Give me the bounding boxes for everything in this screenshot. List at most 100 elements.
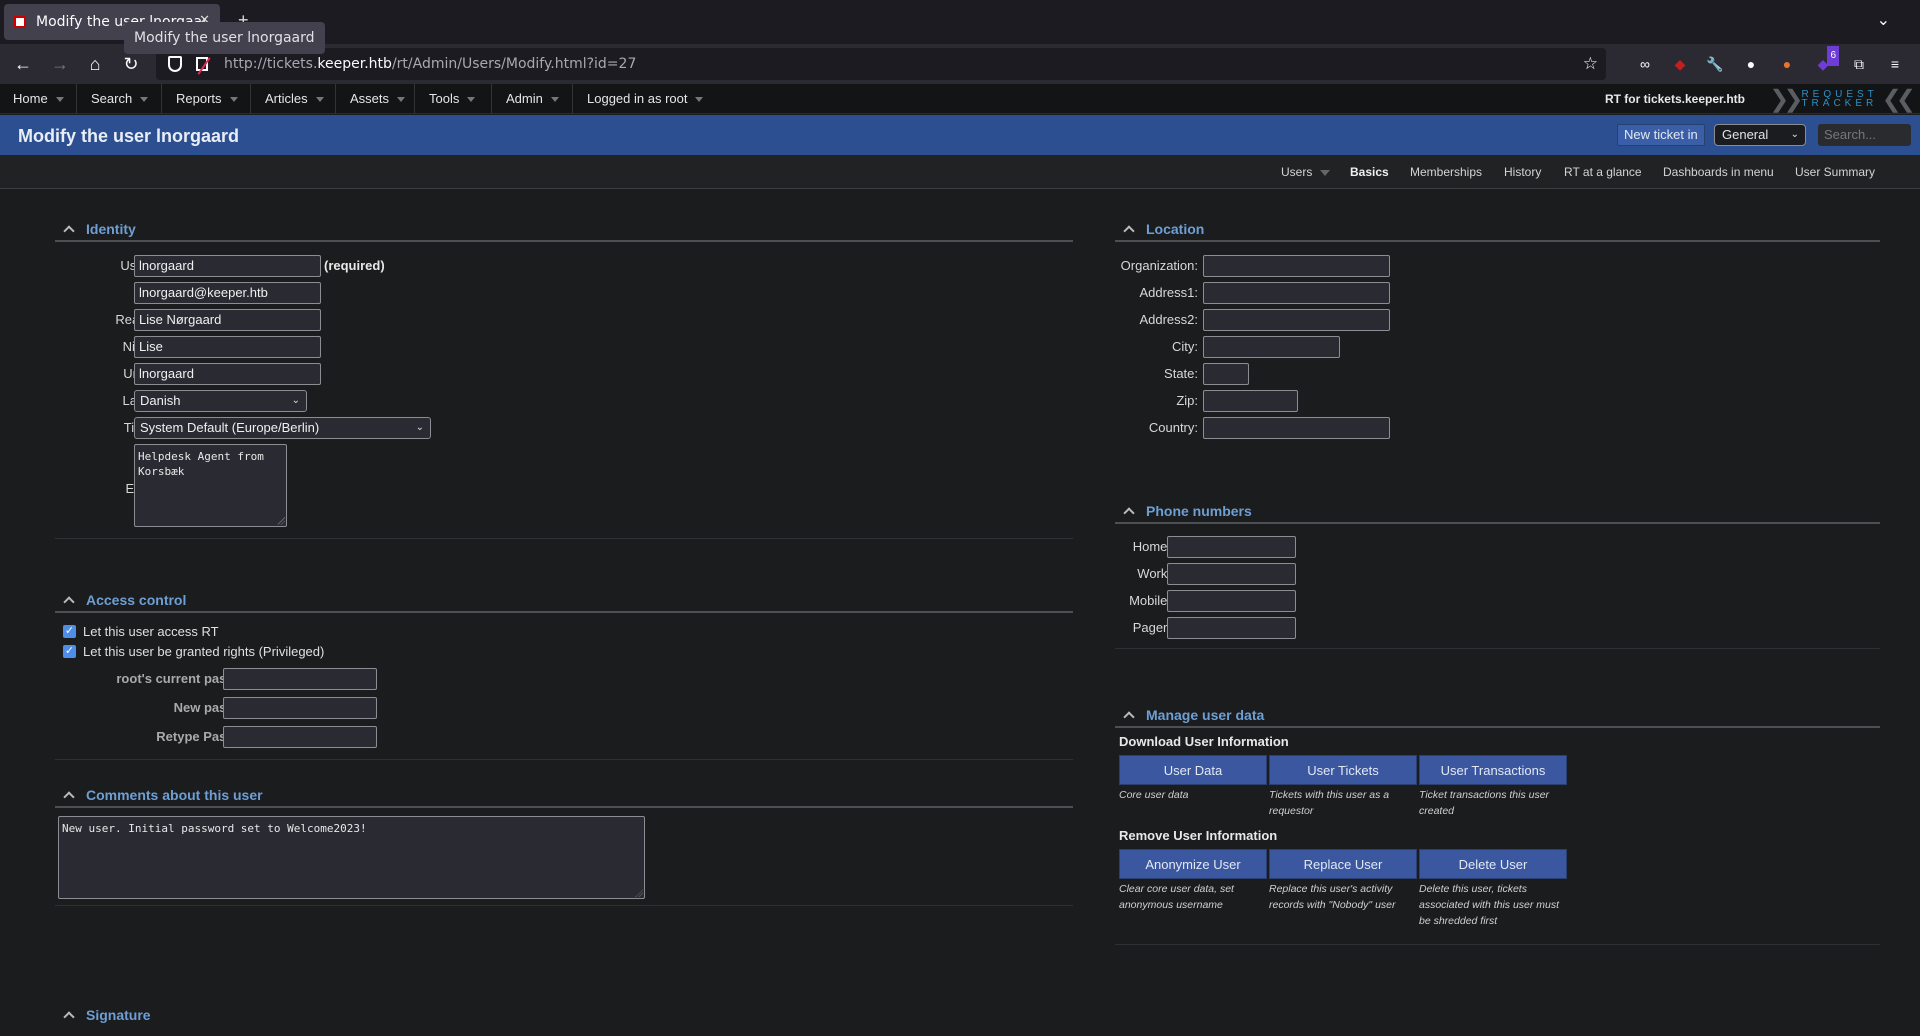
menu-articles[interactable]: Articles <box>252 84 336 114</box>
user-tickets-desc: Tickets with this user as a requestor <box>1269 789 1390 817</box>
private-mask-icon[interactable]: ∞ <box>1635 54 1655 74</box>
menu-logged-in[interactable]: Logged in as root <box>574 84 714 114</box>
menu-label: Tools <box>429 91 460 106</box>
subnav-rt-at-a-glance[interactable]: RT at a glance <box>1564 165 1642 179</box>
location-header[interactable]: Location <box>1115 220 1880 242</box>
rt-main-menu: Home Search Reports Articles Assets Tool… <box>0 84 1920 114</box>
user-transactions-button[interactable]: User Transactions <box>1419 755 1567 785</box>
back-arrow-icon[interactable]: ← <box>11 52 35 76</box>
city-field[interactable] <box>1203 336 1340 358</box>
access-control-header[interactable]: Access control <box>55 591 1073 613</box>
foxy-proxy-icon[interactable]: ● <box>1777 54 1797 74</box>
unix-login-field[interactable]: lnorgaard <box>134 363 321 385</box>
resize-grip-icon[interactable] <box>635 889 643 897</box>
collapse-chevron-up-icon[interactable] <box>1125 503 1133 520</box>
user-data-button[interactable]: User Data <box>1119 755 1267 785</box>
phone-numbers-header[interactable]: Phone numbers <box>1115 502 1880 524</box>
identity-header[interactable]: Identity <box>55 220 1073 242</box>
country-field[interactable] <box>1203 417 1390 439</box>
state-field[interactable] <box>1203 363 1249 385</box>
menu-search[interactable]: Search <box>78 84 162 114</box>
current-password-field[interactable] <box>223 668 377 690</box>
manage-user-data-header[interactable]: Manage user data <box>1115 706 1880 728</box>
collapse-chevron-up-icon[interactable] <box>65 1007 73 1024</box>
address2-field[interactable] <box>1203 309 1390 331</box>
caret-down-icon <box>229 97 238 103</box>
caret-down-icon <box>695 97 704 103</box>
anonymize-user-button[interactable]: Anonymize User <box>1119 849 1267 879</box>
subnav-memberships[interactable]: Memberships <box>1410 165 1482 179</box>
collapse-chevron-up-icon[interactable] <box>65 221 73 238</box>
zip-field[interactable] <box>1203 390 1298 412</box>
unix-login-row: Unix login: lnorgaard <box>55 363 555 385</box>
privileged-label[interactable]: Let this user be granted rights (Privile… <box>83 644 324 659</box>
comments-textarea[interactable]: New user. Initial password set to Welcom… <box>58 816 645 899</box>
new-password-field[interactable] <box>223 697 377 719</box>
collapse-chevron-up-icon[interactable] <box>1125 707 1133 724</box>
collapse-chevron-up-icon[interactable] <box>1125 221 1133 238</box>
menu-label: Assets <box>350 91 390 106</box>
subnav-user-summary[interactable]: User Summary <box>1795 165 1875 179</box>
menu-reports[interactable]: Reports <box>163 84 251 114</box>
comments-header[interactable]: Comments about this user <box>55 786 1073 808</box>
forward-arrow-icon[interactable]: → <box>48 52 72 76</box>
access-rt-checkbox[interactable]: ✓ <box>63 625 76 638</box>
subnav-history[interactable]: History <box>1504 165 1541 179</box>
wrench-icon[interactable]: 🔧 <box>1705 54 1725 74</box>
menu-tools[interactable]: Tools <box>416 84 492 114</box>
delete-user-button[interactable]: Delete User <box>1419 849 1567 879</box>
collapse-chevron-up-icon[interactable] <box>65 787 73 804</box>
subnav-dashboards-in-menu[interactable]: Dashboards in menu <box>1663 165 1774 179</box>
extra-info-textarea[interactable]: Helpdesk Agent from Korsbæk <box>134 444 287 527</box>
new-ticket-button[interactable]: New ticket in <box>1617 124 1705 146</box>
retype-password-field[interactable] <box>223 726 377 748</box>
tab-list-chevron-icon[interactable]: ⌄ <box>1877 10 1890 30</box>
address1-field[interactable] <box>1203 282 1390 304</box>
extension-gem-icon[interactable]: ◆ 6 <box>1813 46 1839 74</box>
user-tickets-button[interactable]: User Tickets <box>1269 755 1417 785</box>
nickname-field[interactable]: Lise <box>134 336 321 358</box>
username-field[interactable]: lnorgaard <box>134 255 321 277</box>
organization-field[interactable] <box>1203 255 1390 277</box>
insecure-lock-icon[interactable] <box>196 57 208 71</box>
extensions-puzzle-icon[interactable]: ⧉ <box>1849 54 1869 74</box>
home-icon[interactable]: ⌂ <box>83 52 107 76</box>
work-phone-field[interactable] <box>1167 563 1296 585</box>
request-tracker-logo[interactable]: ❯❯ REQUEST TRACKER ❮❮ <box>1765 87 1916 111</box>
resize-grip-icon[interactable] <box>277 517 285 525</box>
menu-admin[interactable]: Admin <box>493 84 573 114</box>
reload-icon[interactable]: ↻ <box>119 52 143 76</box>
replace-user-button[interactable]: Replace User <box>1269 849 1417 879</box>
url-bar[interactable]: http://tickets.keeper.htb/rt/Admin/Users… <box>156 48 1606 80</box>
subnav-basics[interactable]: Basics <box>1350 165 1389 179</box>
menu-assets[interactable]: Assets <box>337 84 415 114</box>
realname-field[interactable]: Lise Nørgaard <box>134 309 321 331</box>
ublock-icon[interactable]: ◆ <box>1670 54 1690 74</box>
extension-avatar-icon[interactable]: ● <box>1741 54 1761 74</box>
tracking-shield-icon[interactable] <box>168 56 182 72</box>
pager-field[interactable] <box>1167 617 1296 639</box>
collapse-chevron-up-icon[interactable] <box>65 592 73 609</box>
zip-label: Zip: <box>1176 393 1198 408</box>
address1-row: Address1: <box>1115 282 1515 304</box>
search-input[interactable]: Search... <box>1818 124 1911 146</box>
home-phone-field[interactable] <box>1167 536 1296 558</box>
queue-select[interactable]: General ⌄ <box>1714 124 1806 146</box>
privileged-checkbox[interactable]: ✓ <box>63 645 76 658</box>
bookmark-star-icon[interactable]: ☆ <box>1583 54 1598 74</box>
phone-numbers-panel: Phone numbers Home: Work: Mobile: Pager: <box>1115 502 1880 650</box>
subnav-users[interactable]: Users <box>1281 165 1331 179</box>
url-text[interactable]: http://tickets.keeper.htb/rt/Admin/Users… <box>224 56 636 72</box>
menu-home[interactable]: Home <box>0 84 77 114</box>
rt-favicon-icon <box>14 16 26 28</box>
mobile-phone-field[interactable] <box>1167 590 1296 612</box>
language-select[interactable]: Danish ⌄ <box>134 390 307 412</box>
access-rt-label[interactable]: Let this user access RT <box>83 624 219 639</box>
divider <box>55 905 1073 906</box>
hamburger-menu-icon[interactable]: ≡ <box>1885 54 1905 74</box>
email-field[interactable]: lnorgaard@keeper.htb <box>134 282 321 304</box>
timezone-select[interactable]: System Default (Europe/Berlin) ⌄ <box>134 417 431 439</box>
signature-title: Signature <box>86 1007 151 1023</box>
city-label: City: <box>1172 339 1198 354</box>
signature-header[interactable]: Signature <box>55 1006 1073 1028</box>
